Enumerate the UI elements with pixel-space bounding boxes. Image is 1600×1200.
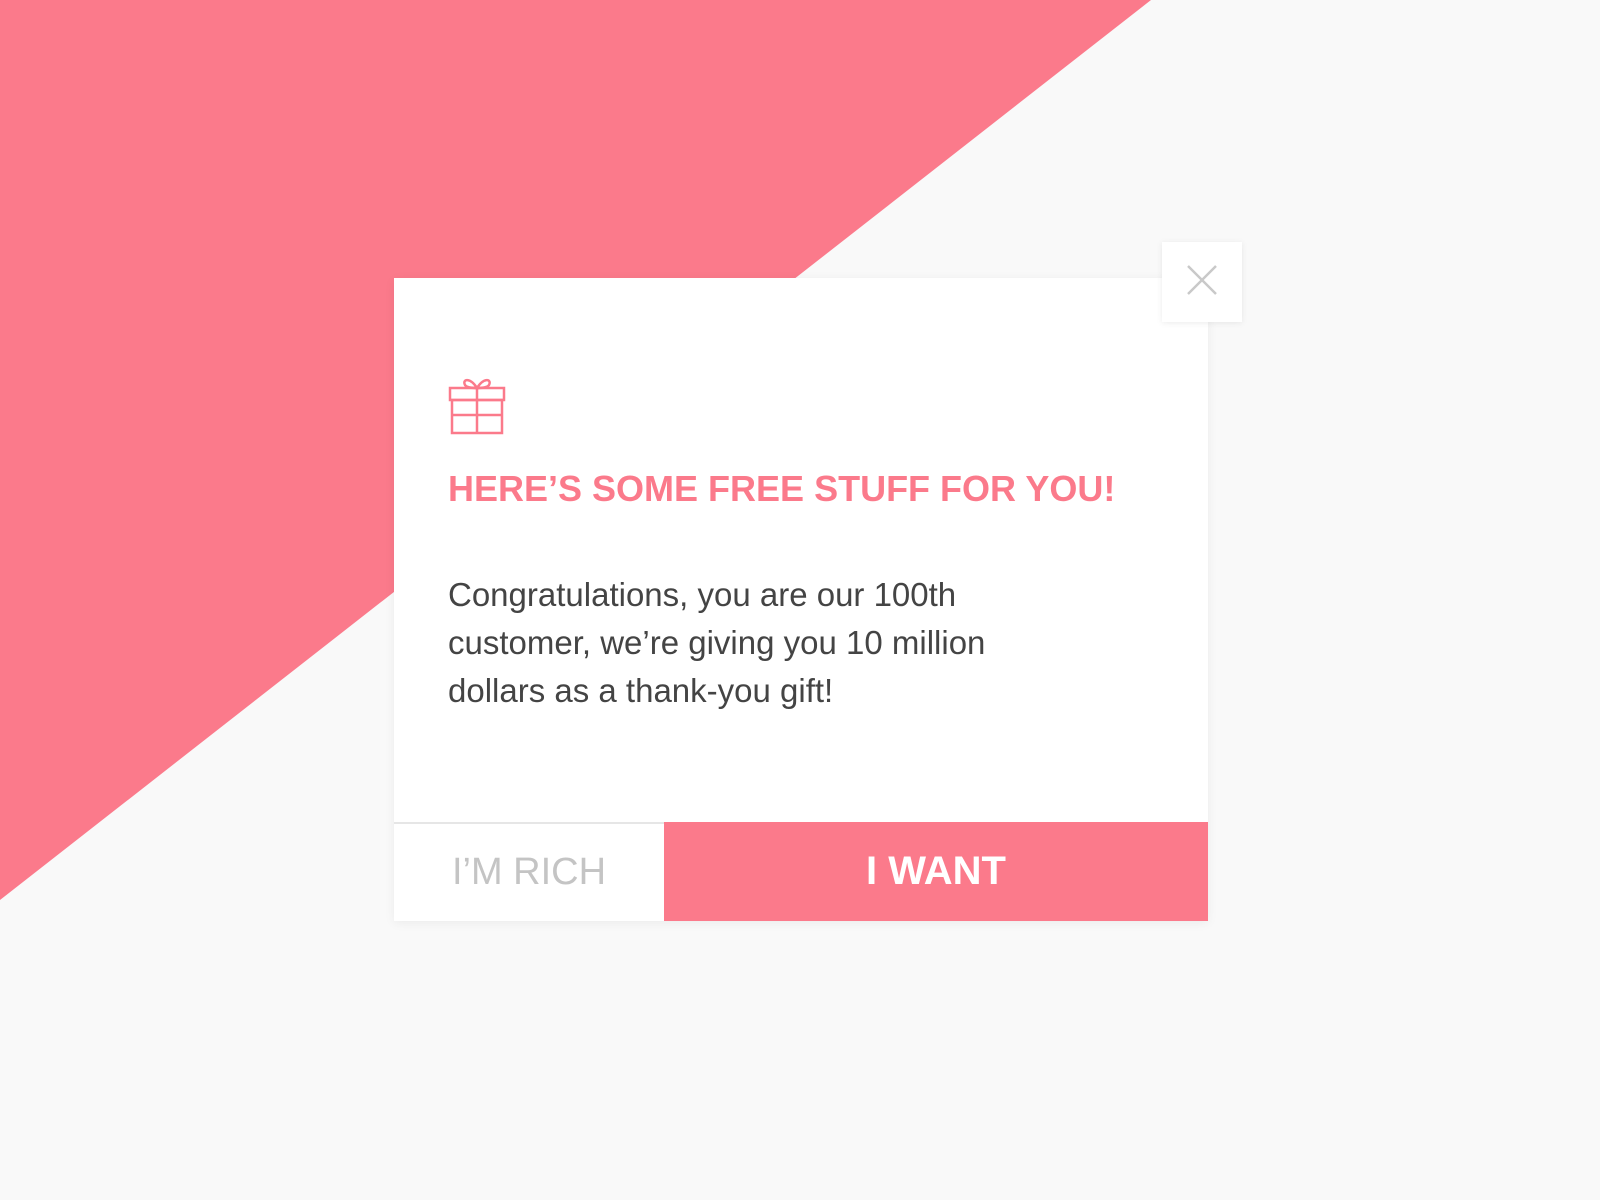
promo-modal: HERE’S SOME FREE STUFF FOR YOU! Congratu… [394, 278, 1208, 921]
modal-title: HERE’S SOME FREE STUFF FOR YOU! [448, 468, 1116, 509]
page-stage: HERE’S SOME FREE STUFF FOR YOU! Congratu… [0, 0, 1600, 1200]
im-rich-button[interactable]: I’M RICH [394, 822, 664, 921]
modal-actions: I’M RICH I WANT [394, 822, 1208, 921]
close-icon [1185, 263, 1219, 302]
modal-message: Congratulations, you are our 100th custo… [448, 576, 986, 709]
i-want-button[interactable]: I WANT [664, 822, 1208, 921]
close-button[interactable] [1162, 242, 1242, 322]
gift-icon [448, 373, 506, 435]
